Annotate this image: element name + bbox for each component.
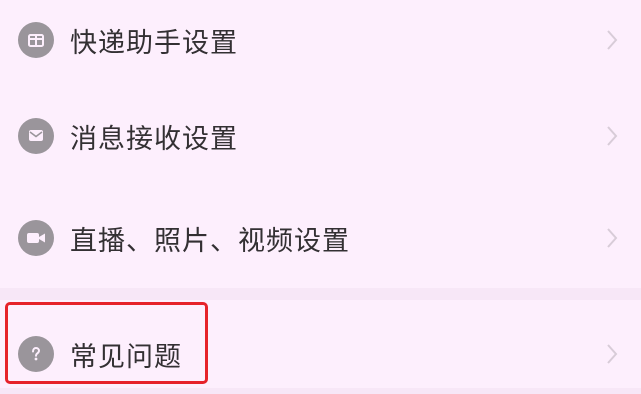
message-receive-settings-item[interactable]: 消息接收设置 [0, 96, 641, 176]
message-receive-settings-label: 消息接收设置 [70, 123, 238, 155]
chevron-right-icon [607, 344, 618, 364]
faq-highlight-box [5, 302, 208, 384]
message-icon [18, 118, 54, 154]
live-photo-video-settings-item[interactable]: 直播、照片、视频设置 [0, 198, 641, 278]
video-camera-icon [18, 220, 54, 256]
express-assistant-settings-item[interactable]: 快递助手设置 [0, 0, 641, 80]
chevron-right-icon [607, 126, 618, 146]
express-assistant-settings-label: 快递助手设置 [70, 27, 238, 59]
package-icon [18, 22, 54, 58]
chevron-right-icon [607, 30, 618, 50]
live-photo-video-settings-label: 直播、照片、视频设置 [70, 225, 350, 257]
chevron-right-icon [607, 228, 618, 248]
